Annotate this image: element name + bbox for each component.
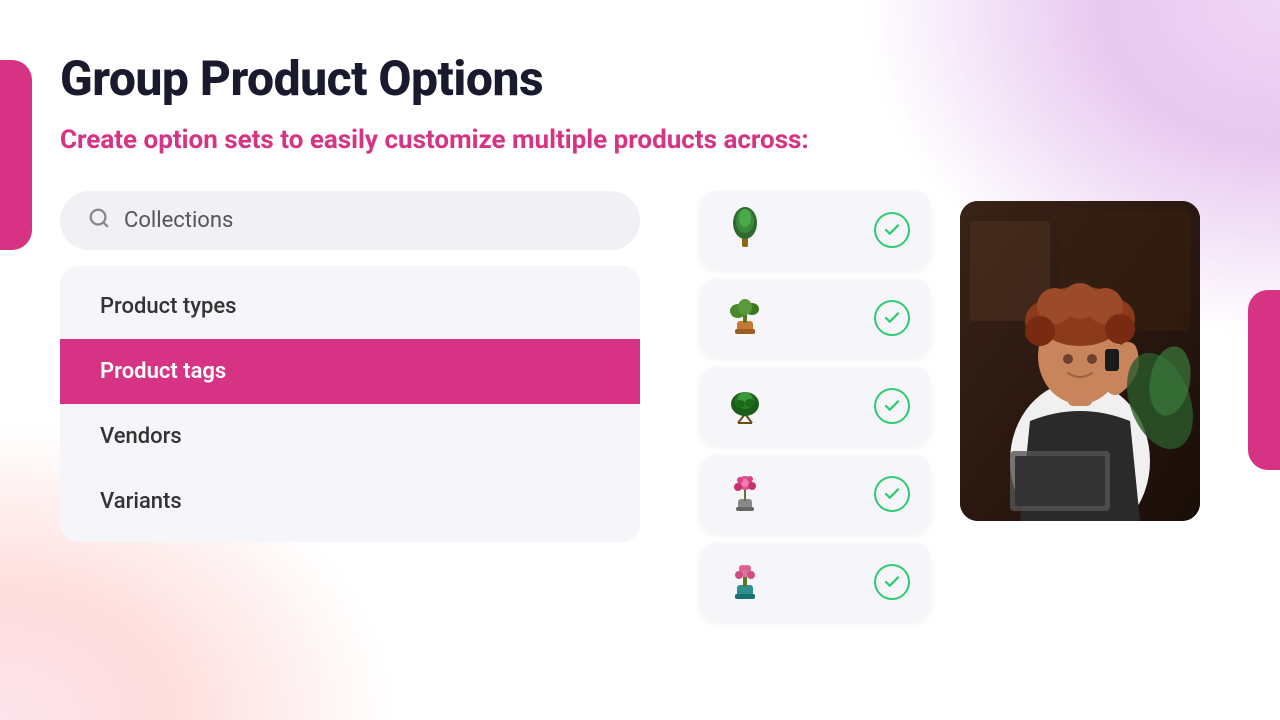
left-column: Collections Product types Product tags V… [60, 191, 640, 542]
plant-icon-2 [720, 291, 770, 345]
cards-and-photo [700, 191, 1180, 571]
right-column [700, 191, 1220, 571]
person-photo [960, 201, 1200, 521]
menu-item-product-tags[interactable]: Product tags [60, 339, 640, 404]
product-card-2[interactable] [700, 279, 930, 357]
product-card-3[interactable] [700, 367, 930, 445]
plant-icon-1 [720, 203, 770, 257]
check-icon-4 [874, 476, 910, 512]
plant-icon-5 [720, 555, 770, 609]
page-subtitle: Create option sets to easily customize m… [60, 125, 1220, 155]
plant-icon-3 [720, 379, 770, 433]
check-icon-5 [874, 564, 910, 600]
search-box[interactable]: Collections [60, 191, 640, 250]
product-card-4[interactable] [700, 455, 930, 533]
check-icon-2 [874, 300, 910, 336]
product-card-1[interactable] [700, 191, 930, 269]
menu-list: Product types Product tags Vendors Varia… [60, 266, 640, 542]
page-title: Group Product Options [60, 50, 1220, 107]
menu-item-variants[interactable]: Variants [60, 469, 640, 534]
product-card-5[interactable] [700, 543, 930, 621]
search-icon [88, 207, 110, 234]
menu-item-vendors[interactable]: Vendors [60, 404, 640, 469]
check-icon-1 [874, 212, 910, 248]
plant-icon-4 [720, 467, 770, 521]
search-input-value: Collections [124, 208, 233, 233]
check-icon-3 [874, 388, 910, 424]
menu-item-product-types[interactable]: Product types [60, 274, 640, 339]
